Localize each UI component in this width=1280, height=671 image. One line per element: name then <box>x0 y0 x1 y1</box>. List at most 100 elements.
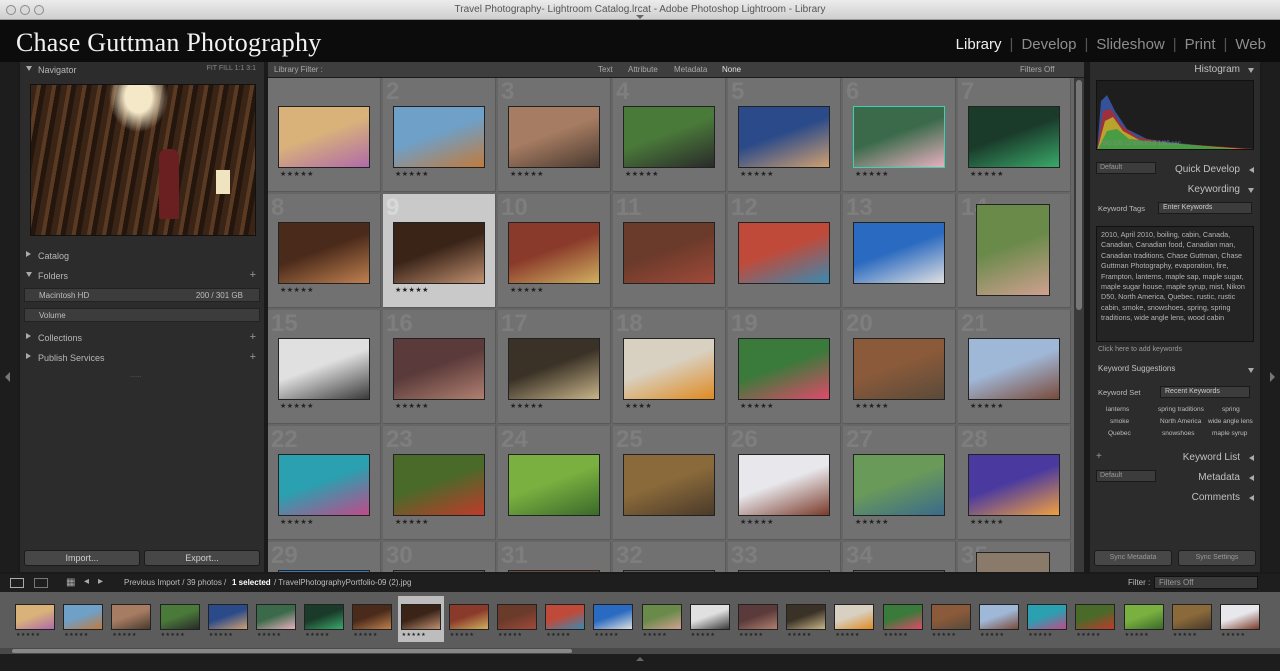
filmstrip-thumbnail[interactable] <box>1075 604 1116 630</box>
filmstrip-cell[interactable]: ★★★★★ <box>590 596 636 642</box>
filmstrip-thumbnail[interactable] <box>882 604 923 630</box>
star-rating[interactable]: ★★★★★ <box>280 402 314 410</box>
filmstrip-cell[interactable]: ★★★★★ <box>1024 596 1070 642</box>
filmstrip-thumbnail[interactable] <box>448 604 489 630</box>
star-rating[interactable]: ★★★★★ <box>970 170 1004 178</box>
photo-thumbnail[interactable] <box>278 570 370 572</box>
grid-cell[interactable]: 7 ★★★★★ <box>958 78 1071 192</box>
filmstrip-cell[interactable]: ★★★★★ <box>12 596 58 642</box>
module-print[interactable]: Print <box>1183 36 1218 53</box>
photo-thumbnail[interactable] <box>393 222 485 284</box>
grid-cell[interactable]: 34 <box>843 542 956 572</box>
left-panel-edge[interactable] <box>0 62 18 572</box>
module-slideshow[interactable]: Slideshow <box>1094 36 1166 53</box>
filmstrip-cell[interactable]: ★★★★★ <box>397 596 444 642</box>
sync-settings-button[interactable]: Sync Settings <box>1178 550 1256 566</box>
star-rating[interactable]: ★★★★★ <box>395 170 429 178</box>
star-rating[interactable]: ★★★★★ <box>740 170 774 178</box>
filter-tab-metadata[interactable]: Metadata <box>674 65 707 74</box>
grid-cell[interactable]: 33 <box>728 542 841 572</box>
photo-thumbnail[interactable] <box>393 106 485 168</box>
grid-scroll-thumb[interactable] <box>1076 80 1082 310</box>
filmstrip-cell[interactable]: ★★★★★ <box>60 596 106 642</box>
grid-cell[interactable]: 5 ★★★★★ <box>728 78 841 192</box>
publish-services-header[interactable]: Publish Services + <box>20 350 264 366</box>
photo-thumbnail[interactable] <box>853 570 945 572</box>
grid-cell[interactable]: 24 <box>498 426 611 540</box>
grid-cell[interactable]: 16 ★★★★★ <box>383 310 496 424</box>
filmstrip-cell[interactable]: ★★★★★ <box>831 596 877 642</box>
module-web[interactable]: Web <box>1233 36 1268 53</box>
filmstrip-source[interactable]: Previous Import / 39 photos / <box>124 578 226 587</box>
bottom-panel-edge[interactable] <box>0 654 1280 671</box>
grid-cell[interactable]: 32 <box>613 542 726 572</box>
grid-cell[interactable]: 13 <box>843 194 956 308</box>
module-develop[interactable]: Develop <box>1019 36 1078 53</box>
keyword-set-item[interactable]: smoke <box>1110 418 1129 425</box>
photo-thumbnail[interactable] <box>508 106 600 168</box>
keyword-set-item[interactable]: spring <box>1222 406 1240 413</box>
filmstrip-cell[interactable]: ★★★★★ <box>1072 596 1118 642</box>
filmstrip-cell[interactable]: ★★★★★ <box>639 596 685 642</box>
main-window-icon[interactable] <box>10 578 24 588</box>
folders-header[interactable]: Folders + <box>20 268 264 284</box>
star-rating[interactable]: ★★★★★ <box>510 286 544 294</box>
grid-cell[interactable]: 10 ★★★★★ <box>498 194 611 308</box>
keyword-suggestions-header[interactable]: Keyword Suggestions <box>1090 362 1260 378</box>
star-rating[interactable]: ★★★★★ <box>740 518 774 526</box>
photo-thumbnail[interactable] <box>738 222 830 284</box>
star-rating[interactable]: ★★★★★ <box>510 402 544 410</box>
filmstrip-cell[interactable]: ★★★★★ <box>205 596 251 642</box>
collapse-right-icon[interactable] <box>1270 372 1275 382</box>
filmstrip-thumbnail[interactable] <box>400 604 441 630</box>
star-rating[interactable]: ★★★★★ <box>855 170 889 178</box>
filmstrip-thumbnail[interactable] <box>689 604 730 630</box>
grid-cell[interactable]: ★★★★★ <box>268 78 381 192</box>
filmstrip-thumbnail[interactable] <box>641 604 682 630</box>
folder-volume-second[interactable]: Volume <box>24 308 260 322</box>
grid-cell[interactable]: 4 ★★★★★ <box>613 78 726 192</box>
star-rating[interactable]: ★★★★★ <box>855 518 889 526</box>
back-arrow-icon[interactable]: ◂ <box>84 576 89 587</box>
filmstrip-thumbnail[interactable] <box>352 604 393 630</box>
photo-thumbnail[interactable] <box>853 454 945 516</box>
filmstrip-thumbnail[interactable] <box>786 604 827 630</box>
grid-view-icon[interactable]: ▦ <box>66 577 75 588</box>
comments-header[interactable]: Comments <box>1090 490 1260 506</box>
keyword-set-item[interactable]: North America <box>1160 418 1201 425</box>
filmstrip-thumbnail[interactable] <box>497 604 537 630</box>
star-rating[interactable]: ★★★★★ <box>395 402 429 410</box>
filmstrip-thumbnail[interactable] <box>1171 604 1212 630</box>
grid-cell[interactable]: 25 <box>613 426 726 540</box>
sync-metadata-button[interactable]: Sync Metadata <box>1094 550 1172 566</box>
photo-thumbnail[interactable] <box>623 454 715 516</box>
photo-thumbnail[interactable] <box>976 204 1050 296</box>
photo-thumbnail[interactable] <box>623 222 715 284</box>
photo-thumbnail[interactable] <box>738 570 830 572</box>
filter-tab-none[interactable]: None <box>722 65 741 74</box>
filmstrip-thumbnail[interactable] <box>1027 604 1068 630</box>
filmstrip-cell[interactable]: ★★★★★ <box>1217 596 1263 642</box>
photo-thumbnail[interactable] <box>623 338 715 400</box>
keyword-list-header[interactable]: + Keyword List <box>1090 450 1260 466</box>
grid-cell[interactable]: 26 ★★★★★ <box>728 426 841 540</box>
star-rating[interactable]: ★★★★★ <box>280 170 314 178</box>
grid-cell[interactable]: 31 <box>498 542 611 572</box>
keywording-header[interactable]: Keywording <box>1090 182 1260 198</box>
grid-cell[interactable]: 19 ★★★★★ <box>728 310 841 424</box>
filmstrip-thumbnail[interactable] <box>159 604 200 630</box>
filmstrip-thumbnail[interactable] <box>111 604 152 630</box>
photo-thumbnail[interactable] <box>623 570 715 572</box>
photo-thumbnail[interactable] <box>393 570 485 572</box>
filmstrip-thumbnail[interactable] <box>593 604 634 630</box>
histogram-header[interactable]: Histogram <box>1090 62 1260 78</box>
photo-thumbnail[interactable] <box>853 106 945 168</box>
grid-cell[interactable]: 11 <box>613 194 726 308</box>
grid-cell[interactable]: 3 ★★★★★ <box>498 78 611 192</box>
star-rating[interactable]: ★★★★★ <box>280 286 314 294</box>
collapse-left-icon[interactable] <box>5 372 10 382</box>
grid-cell[interactable]: 22 ★★★★★ <box>268 426 381 540</box>
filmstrip-cell[interactable]: ★★★★★ <box>1169 596 1215 642</box>
photo-thumbnail[interactable] <box>738 106 830 168</box>
module-library[interactable]: Library <box>954 36 1004 53</box>
